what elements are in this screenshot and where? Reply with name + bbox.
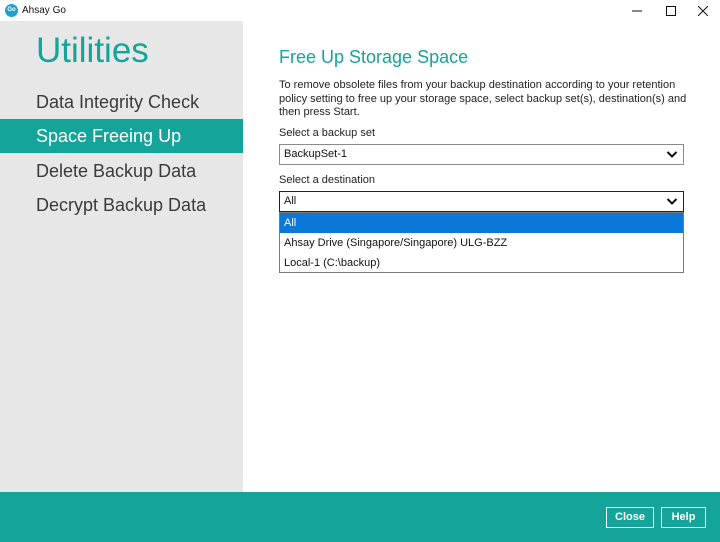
close-window-button[interactable] [686, 0, 720, 21]
page-description: To remove obsolete files from your backu… [279, 79, 687, 118]
destination-select[interactable]: All [279, 191, 684, 212]
destination-option-local-1[interactable]: Local-1 (C:\backup) [280, 253, 683, 273]
destination-label: Select a destination [279, 174, 376, 186]
maximize-icon [666, 5, 676, 16]
close-button[interactable]: Close [606, 507, 654, 528]
backup-set-value: BackupSet-1 [284, 148, 347, 160]
page-title: Free Up Storage Space [279, 47, 469, 67]
sidebar-item-data-integrity-check[interactable]: Data Integrity Check [0, 85, 243, 119]
destination-option-ahsay-drive[interactable]: Ahsay Drive (Singapore/Singapore) ULG-BZ… [280, 233, 683, 253]
chevron-down-icon [666, 198, 678, 205]
minimize-button[interactable] [620, 0, 654, 21]
minimize-icon [632, 10, 642, 11]
sidebar-item-decrypt-backup-data[interactable]: Decrypt Backup Data [0, 188, 243, 222]
destination-option-all[interactable]: All [280, 213, 683, 233]
backup-set-select[interactable]: BackupSet-1 [279, 144, 684, 165]
destination-value: All [284, 195, 297, 207]
sidebar: Utilities Data Integrity Check Space Fre… [0, 21, 243, 492]
help-button[interactable]: Help [661, 507, 706, 528]
window-title: Ahsay Go [22, 5, 66, 16]
sidebar-item-space-freeing-up[interactable]: Space Freeing Up [0, 119, 243, 153]
backup-set-label: Select a backup set [279, 127, 376, 139]
maximize-button[interactable] [654, 0, 688, 21]
main-panel: Free Up Storage Space To remove obsolete… [243, 21, 720, 492]
chevron-down-icon [666, 151, 678, 158]
destination-dropdown-list: All Ahsay Drive (Singapore/Singapore) UL… [279, 212, 684, 273]
close-icon [698, 5, 708, 16]
sidebar-item-delete-backup-data[interactable]: Delete Backup Data [0, 154, 243, 188]
app-logo-icon: Go [5, 4, 18, 17]
sidebar-title: Utilities [36, 31, 149, 70]
title-bar: Go Ahsay Go [0, 0, 720, 21]
footer-bar: Close Help [0, 492, 720, 542]
